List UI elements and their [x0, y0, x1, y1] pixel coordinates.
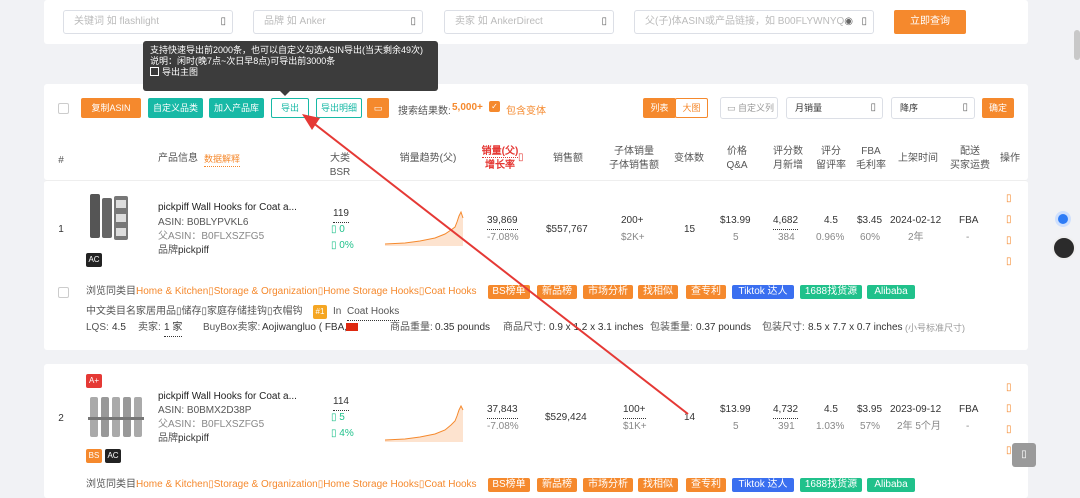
back-to-top-button[interactable]: ▯	[1012, 443, 1036, 467]
assistant-icon[interactable]	[1055, 211, 1071, 227]
annotation-arrow	[302, 114, 689, 415]
avatar[interactable]	[1052, 236, 1076, 260]
scrollbar[interactable]	[1074, 30, 1080, 60]
